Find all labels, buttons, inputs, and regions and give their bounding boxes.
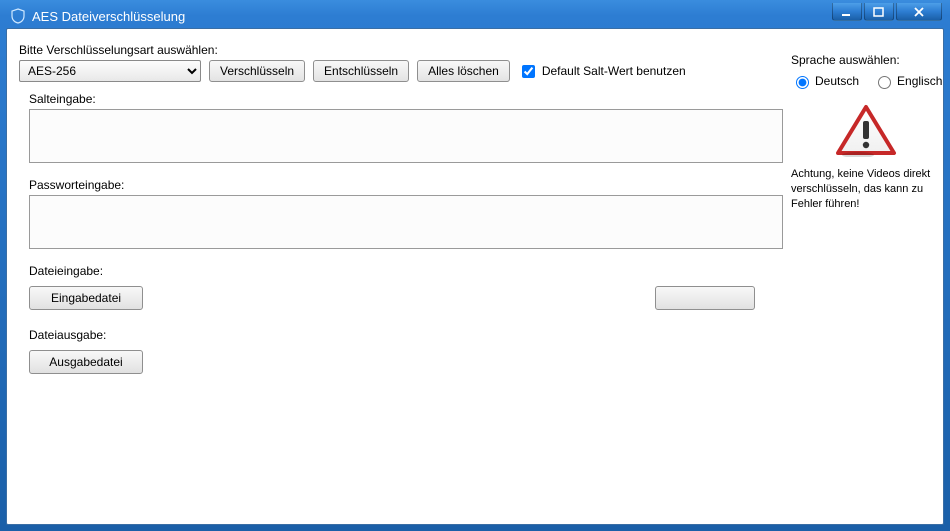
top-toolbar: AES-256 Verschlüsseln Entschlüsseln Alle… (19, 60, 783, 82)
default-salt-checkbox[interactable] (522, 65, 535, 78)
file-in-label: Dateieingabe: (29, 264, 783, 278)
input-file-button[interactable]: Eingabedatei (29, 286, 143, 310)
caption-buttons (832, 3, 942, 21)
encrypt-button[interactable]: Verschlüsseln (209, 60, 305, 82)
shield-icon (10, 8, 26, 24)
file-in-group: Dateieingabe: Eingabedatei (29, 264, 783, 310)
file-out-label: Dateiausgabe: (29, 328, 783, 342)
app-window: AES Dateiverschlüsselung Bitte Verschlüs… (0, 0, 950, 531)
language-radios: Deutsch Englisch (791, 73, 941, 89)
password-input[interactable] (29, 195, 783, 249)
warning-text: Achtung, keine Videos direkt verschlüsse… (791, 167, 941, 212)
lang-en-radio[interactable] (878, 76, 891, 89)
client-area: Bitte Verschlüsselungsart auswählen: AES… (6, 28, 944, 525)
minimize-button[interactable] (832, 3, 862, 21)
progress-button[interactable] (655, 286, 755, 310)
maximize-button[interactable] (864, 3, 894, 21)
algo-prompt: Bitte Verschlüsselungsart auswählen: (19, 43, 783, 57)
language-label: Sprache auswählen: (791, 53, 941, 67)
main-column: Bitte Verschlüsselungsart auswählen: AES… (19, 39, 783, 514)
titlebar[interactable]: AES Dateiverschlüsselung (6, 6, 944, 28)
decrypt-button[interactable]: Entschlüsseln (313, 60, 409, 82)
salt-group: Salteingabe: (29, 92, 783, 166)
password-group: Passworteingabe: (29, 178, 783, 252)
password-label: Passworteingabe: (29, 178, 783, 192)
side-column: Sprache auswählen: Deutsch Englisch (791, 39, 941, 514)
default-salt-wrap: Default Salt-Wert benutzen (518, 62, 686, 81)
default-salt-label: Default Salt-Wert benutzen (542, 64, 686, 78)
lang-de-label: Deutsch (815, 74, 859, 88)
lang-en-option[interactable]: Englisch (873, 73, 942, 89)
lang-de-radio[interactable] (796, 76, 809, 89)
clear-button[interactable]: Alles löschen (417, 60, 510, 82)
window-title: AES Dateiverschlüsselung (32, 9, 185, 24)
salt-input[interactable] (29, 109, 783, 163)
lang-de-option[interactable]: Deutsch (791, 73, 859, 89)
lang-en-label: Englisch (897, 74, 942, 88)
salt-label: Salteingabe: (29, 92, 783, 106)
close-button[interactable] (896, 3, 942, 21)
algo-select[interactable]: AES-256 (19, 60, 201, 82)
file-out-group: Dateiausgabe: Ausgabedatei (29, 328, 783, 374)
warning-icon (834, 103, 898, 157)
output-file-button[interactable]: Ausgabedatei (29, 350, 143, 374)
